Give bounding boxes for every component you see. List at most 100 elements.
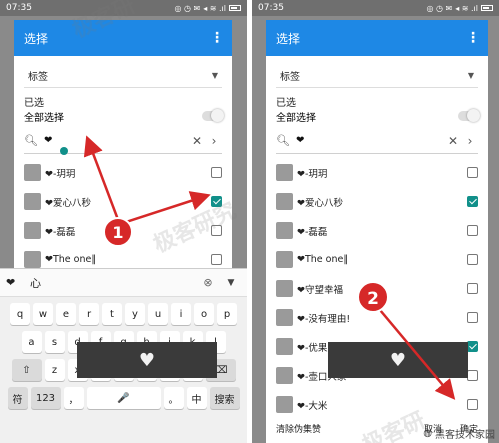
screenshot-stage: 07:35 ◎ ◷ ✉ ◂ ≋ .ıl 选择 ⋮ 标签 ▼ 已选 全部选择 🔍︎…: [0, 0, 499, 443]
key-s[interactable]: s: [44, 331, 65, 353]
list-item[interactable]: ❤The one‖: [266, 245, 488, 274]
item-checkbox[interactable]: [467, 225, 478, 236]
list-item[interactable]: ❤-玥玥: [266, 158, 488, 187]
select-all-toggle[interactable]: [458, 109, 480, 122]
key-z[interactable]: z: [44, 359, 65, 381]
search-icon: 🔍︎: [276, 134, 290, 147]
number-key[interactable]: 123: [30, 387, 61, 409]
tag-dropdown[interactable]: 标签 ▼: [24, 64, 222, 88]
clear-icon[interactable]: ✕: [188, 134, 206, 148]
list-item[interactable]: ❤-磊磊: [14, 216, 232, 245]
list-item-label: ❤-磊磊: [45, 226, 76, 238]
item-checkbox[interactable]: [211, 167, 222, 178]
select-all-label: 全部选择: [276, 112, 316, 124]
item-checkbox[interactable]: [467, 370, 478, 381]
key-i[interactable]: i: [171, 303, 191, 325]
list-item[interactable]: ❤-没有理由!: [266, 303, 488, 332]
item-checkbox[interactable]: [211, 196, 222, 207]
notification-icons: ◎ ◷ ✉: [174, 3, 201, 13]
key-row-4: 符 123 ， 🎤 。 中 搜索: [0, 387, 247, 409]
clear-icon[interactable]: ✕: [444, 134, 462, 148]
candidate-bar: ❤ 心 ⊗ ▼: [0, 269, 247, 297]
key-a[interactable]: a: [21, 331, 42, 353]
list-item[interactable]: ❤-玥玥: [14, 158, 232, 187]
list-item-label: ❤-大米: [297, 400, 328, 412]
space-mic-key[interactable]: 🎤: [86, 387, 161, 409]
select-all-row: 全部选择: [266, 108, 488, 124]
symbols-key[interactable]: 符: [7, 387, 28, 409]
list-item-label: ❤守望幸福: [297, 284, 343, 296]
search-input[interactable]: ❤: [290, 135, 444, 146]
emoji-preview-popup: ♥: [328, 342, 468, 378]
selected-label: 已选: [24, 98, 44, 109]
item-checkbox[interactable]: [467, 167, 478, 178]
list-item-label: ❤爱心八秒: [297, 197, 343, 209]
search-input[interactable]: ❤: [38, 135, 188, 146]
shift-key-icon[interactable]: ⇧: [11, 359, 42, 381]
chevron-right-icon[interactable]: ›: [462, 134, 478, 148]
list-item[interactable]: ❤-磊磊: [266, 216, 488, 245]
selected-label: 已选: [276, 98, 296, 109]
list-item-label: ❤The one‖: [297, 254, 349, 265]
chevron-right-icon[interactable]: ›: [206, 134, 222, 148]
key-t[interactable]: t: [102, 303, 122, 325]
item-checkbox[interactable]: [467, 254, 478, 265]
list-item-label: ❤The one‖: [45, 254, 97, 265]
mic-icon: 🎤: [117, 392, 130, 404]
list-item[interactable]: ❤爱心八秒: [14, 187, 232, 216]
status-time: 07:35: [6, 3, 32, 13]
item-checkbox[interactable]: [467, 196, 478, 207]
candidate-heart[interactable]: ❤: [6, 276, 30, 289]
list-item-label: ❤-玥玥: [45, 168, 76, 180]
avatar: [276, 367, 293, 384]
avatar: [276, 280, 293, 297]
item-checkbox[interactable]: [467, 399, 478, 410]
period-key[interactable]: 。: [163, 387, 184, 409]
brand-name: 黑客技术家园: [435, 430, 495, 441]
list-item[interactable]: ❤守望幸福: [266, 274, 488, 303]
key-p[interactable]: p: [217, 303, 237, 325]
signal-icons: ◂ ≋ .ıl: [455, 3, 478, 13]
dialog-header: 选择 ⋮: [14, 20, 232, 56]
key-u[interactable]: u: [148, 303, 168, 325]
candidate-xin[interactable]: 心: [30, 275, 195, 291]
more-options-icon[interactable]: ⋮: [466, 30, 480, 46]
emoji-preview-popup: ♥: [77, 342, 217, 378]
status-bar: 07:35 ◎ ◷ ✉ ◂ ≋ .ıl: [0, 0, 247, 16]
key-o[interactable]: o: [194, 303, 214, 325]
list-item-label: ❤-磊磊: [297, 226, 328, 238]
dropdown-caret-icon: ▼: [211, 71, 218, 80]
key-r[interactable]: r: [79, 303, 99, 325]
search-key[interactable]: 搜索: [209, 387, 240, 409]
select-all-toggle[interactable]: [202, 109, 224, 122]
list-item-label: ❤爱心八秒: [45, 197, 91, 209]
item-checkbox[interactable]: [467, 312, 478, 323]
item-checkbox[interactable]: [467, 283, 478, 294]
avatar: [276, 309, 293, 326]
comma-key[interactable]: ，: [63, 387, 84, 409]
key-w[interactable]: w: [33, 303, 53, 325]
item-checkbox[interactable]: [467, 341, 478, 352]
list-item[interactable]: ❤爱心八秒: [266, 187, 488, 216]
tag-dropdown[interactable]: 标签 ▼: [276, 64, 478, 88]
language-key[interactable]: 中: [186, 387, 207, 409]
text-cursor-handle[interactable]: [60, 147, 68, 155]
clear-fake-likes-button[interactable]: 清除伪集赞: [276, 422, 321, 435]
item-checkbox[interactable]: [211, 225, 222, 236]
expand-candidates-icon[interactable]: ▼: [221, 278, 241, 288]
select-dialog: 选择 ⋮ 标签 ▼ 已选 全部选择 🔍︎ ❤ ✕ › ❤-玥玥 ❤爱心八秒 ❤-…: [266, 20, 488, 443]
brand-label: ◍ 黑客技术家园: [423, 426, 495, 441]
key-q[interactable]: q: [10, 303, 30, 325]
avatar: [276, 222, 293, 239]
tag-dropdown-value: 标签: [28, 72, 48, 83]
item-checkbox[interactable]: [211, 254, 222, 265]
status-bar: 07:35 ◎ ◷ ✉ ◂ ≋ .ıl: [252, 0, 499, 16]
list-item-label: ❤-没有理由!: [297, 313, 351, 325]
list-item-label: ❤-玥玥: [297, 168, 328, 180]
close-candidates-icon[interactable]: ⊗: [195, 276, 221, 289]
key-e[interactable]: e: [56, 303, 76, 325]
more-options-icon[interactable]: ⋮: [210, 30, 224, 46]
avatar: [24, 193, 41, 210]
signal-icons: ◂ ≋ .ıl: [203, 3, 226, 13]
key-y[interactable]: y: [125, 303, 145, 325]
